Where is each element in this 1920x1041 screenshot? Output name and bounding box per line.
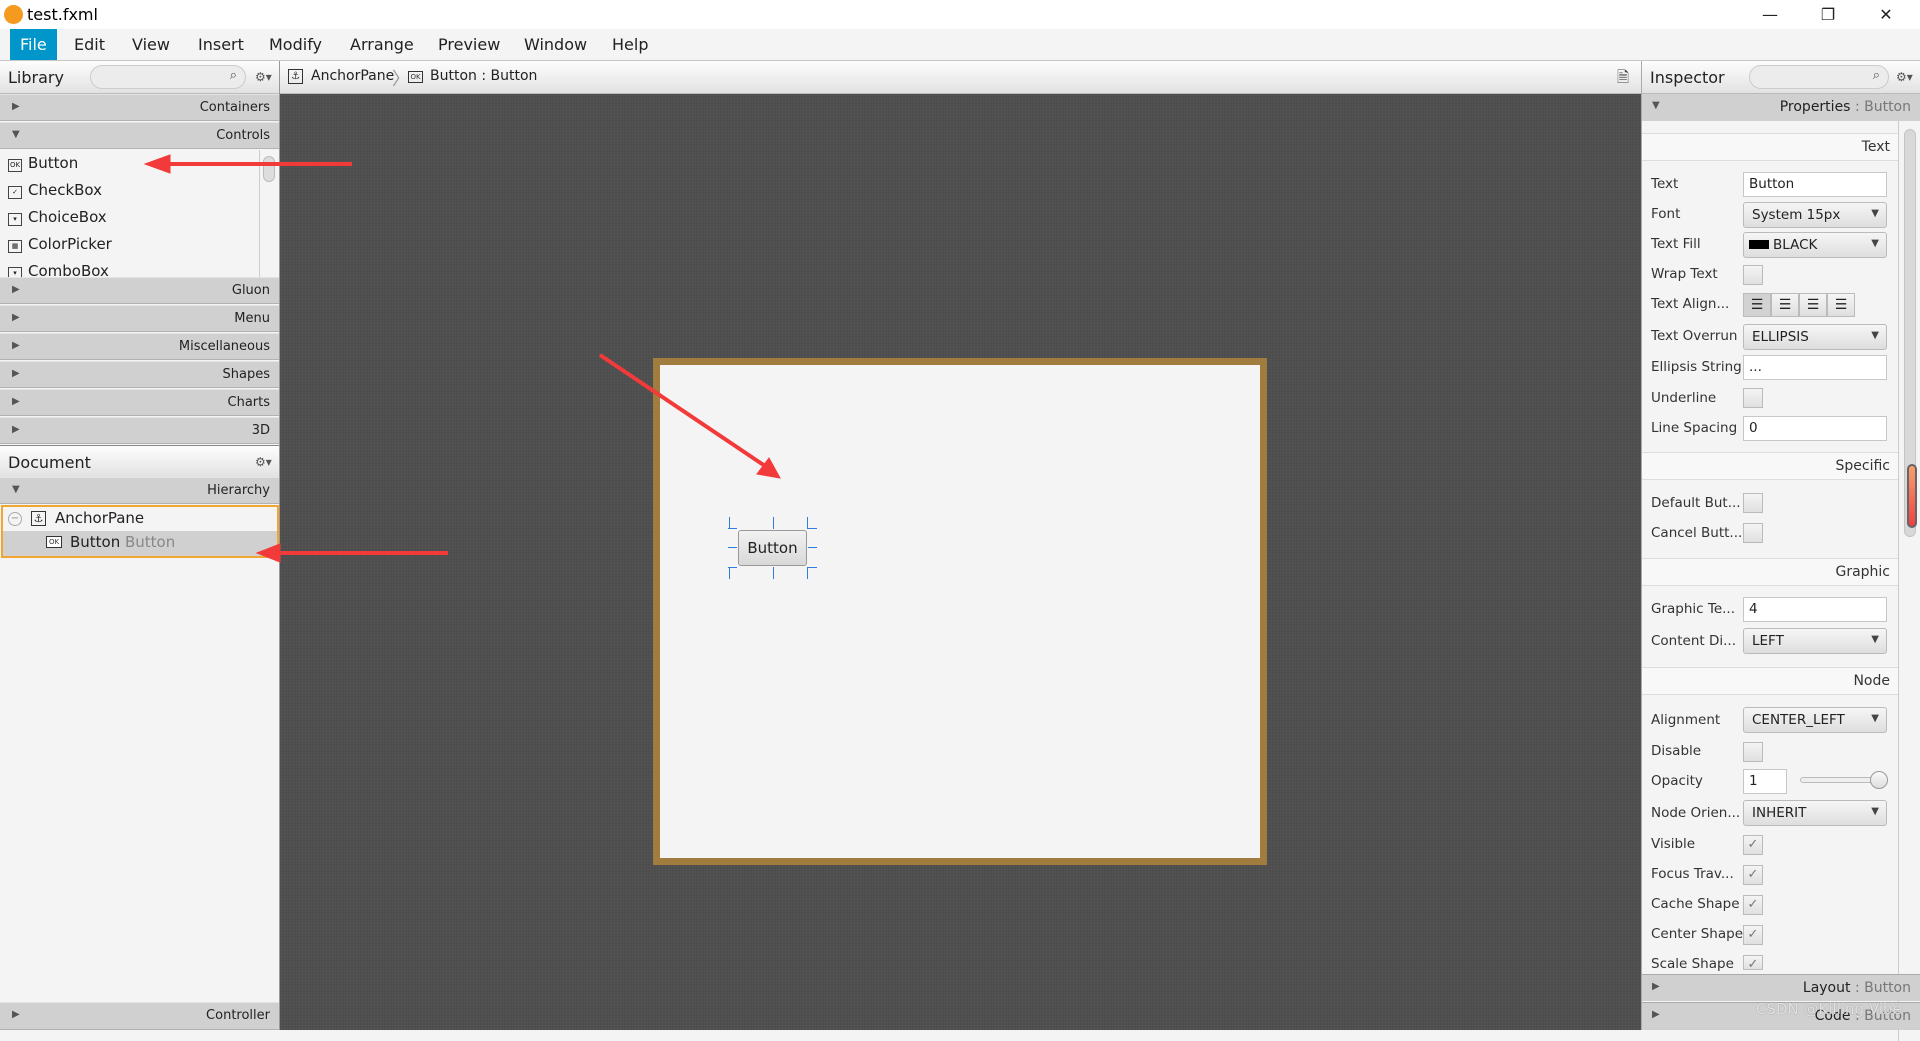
arrow-to-canvas-button [598, 353, 770, 470]
arrow-head [143, 154, 171, 174]
arrow-head [255, 543, 281, 563]
annotation-arrows [143, 154, 781, 563]
